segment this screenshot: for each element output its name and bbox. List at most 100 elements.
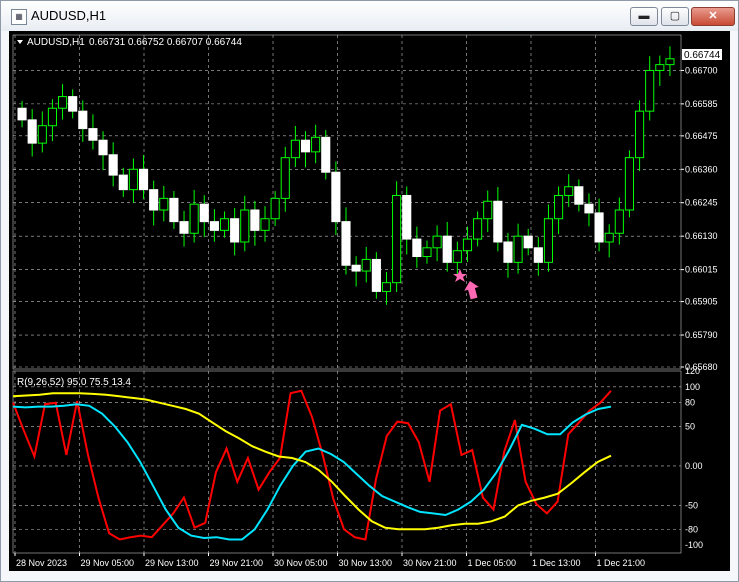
candle-body <box>533 247 543 263</box>
candle-body <box>452 250 462 263</box>
candle-body <box>331 171 341 223</box>
candle-body <box>604 232 614 243</box>
candle-body <box>290 139 300 159</box>
time-tick-label: 29 Nov 21:00 <box>210 558 264 568</box>
candle-body <box>209 221 219 231</box>
candle-body <box>624 157 635 211</box>
candle-body <box>503 241 513 263</box>
time-tick-label: 28 Nov 2023 <box>16 558 67 568</box>
candle-body <box>280 157 290 199</box>
dropdown-triangle-icon[interactable] <box>17 40 23 44</box>
indicator-label: R(9,26,52) 95.0 75.5 13.4 <box>17 377 131 388</box>
candle-body <box>442 235 452 263</box>
time-tick-label: 29 Nov 05:00 <box>81 558 135 568</box>
candle-body <box>321 136 331 173</box>
indicator-tick-label: 50 <box>685 421 695 431</box>
candle-body <box>159 197 169 211</box>
candle-body <box>128 168 138 191</box>
minimize-button[interactable]: ▬ <box>630 7 658 26</box>
candle-body <box>138 168 149 191</box>
price-tick-label: 0.66245 <box>685 198 718 208</box>
time-tick-label: 29 Nov 13:00 <box>145 558 199 568</box>
candle-body <box>402 194 412 240</box>
candle-body <box>554 194 564 220</box>
candle-body <box>311 136 321 153</box>
candle-body <box>483 200 493 220</box>
candle-body <box>179 221 189 234</box>
title-bar[interactable]: ▦ AUDUSD,H1 ▬ ▢ ✕ <box>1 1 738 31</box>
candle-body <box>392 194 402 284</box>
indicator-tick-label: -50 <box>685 501 698 511</box>
candle-body <box>351 264 361 272</box>
candle-body <box>655 64 665 71</box>
price-tick-label: 0.66360 <box>685 164 718 174</box>
candle-body <box>523 235 533 249</box>
candle-body <box>513 235 523 263</box>
candle-body <box>98 139 108 156</box>
candle-body <box>108 154 118 176</box>
candle-body <box>149 189 159 211</box>
candle-body <box>462 238 473 252</box>
candle-body <box>665 58 675 66</box>
indicator-mid-line <box>12 403 612 541</box>
candle-body <box>250 209 260 231</box>
ohlc-values: 0.66731 0.66752 0.66707 0.66744 <box>89 37 242 48</box>
candle-body <box>412 238 422 258</box>
candle-body <box>473 218 483 240</box>
candle-body <box>57 96 68 109</box>
candle-body <box>240 209 250 243</box>
candle-body <box>361 258 371 272</box>
chart-canvas[interactable]: 0.66700 0.66585 0.66475 0.66360 0.66245 0.661… <box>9 31 730 571</box>
chart-area[interactable]: 0.66700 0.66585 0.66475 0.66360 0.66245 0.661… <box>9 31 730 571</box>
candle-body <box>635 110 645 159</box>
candle-body <box>270 197 280 220</box>
candle-body <box>169 197 179 223</box>
candle-body <box>594 212 604 243</box>
candle-body <box>493 200 503 243</box>
candle-body <box>78 110 88 130</box>
indicator-lines <box>12 389 612 541</box>
candle-body <box>381 282 392 292</box>
candle-body <box>68 96 78 112</box>
candle-body <box>230 218 240 243</box>
time-tick-label: 1 Dec 13:00 <box>532 558 581 568</box>
time-tick-label: 1 Dec 05:00 <box>468 558 517 568</box>
chart-window-icon: ▦ <box>11 9 27 25</box>
time-tick-label: 30 Nov 21:00 <box>403 558 457 568</box>
candle-body <box>47 107 57 127</box>
price-tick-label: 0.66585 <box>685 99 718 109</box>
indicator-tick-label: -100 <box>685 540 703 550</box>
price-tick-label: 0.66015 <box>685 265 718 275</box>
candle-body <box>219 218 230 231</box>
price-tick-label: 0.66700 <box>685 65 718 75</box>
indicator-tick-label: 0.00 <box>685 461 703 471</box>
indicator-axis: 120 100 80 50 0.00 -50 -80 -100 <box>685 366 703 550</box>
indicator-tick-label: -80 <box>685 524 698 534</box>
candle-body <box>27 119 37 144</box>
candle-body <box>645 69 655 112</box>
candle-body <box>88 128 98 141</box>
time-tick-label: 30 Nov 13:00 <box>339 558 393 568</box>
maximize-button[interactable]: ▢ <box>661 7 689 26</box>
indicator-tick-label: 120 <box>685 366 700 376</box>
window-title: AUDUSD,H1 <box>31 8 107 23</box>
symbol-label: AUDUSD,H1 <box>27 37 85 48</box>
price-tick-label: 0.65905 <box>685 297 718 307</box>
candle-body <box>574 186 584 205</box>
candle-body <box>614 209 624 234</box>
candle-body <box>341 221 351 266</box>
candle-body <box>543 218 554 263</box>
close-button[interactable]: ✕ <box>691 7 735 26</box>
candle-body <box>199 203 209 223</box>
candle-body <box>371 258 381 292</box>
indicator-panel-frame <box>12 370 682 554</box>
price-axis: 0.66700 0.66585 0.66475 0.66360 0.66245 0.661… <box>681 65 718 372</box>
candle-body <box>37 125 47 144</box>
time-tick-label: 1 Dec 21:00 <box>597 558 646 568</box>
candle-body <box>564 186 574 196</box>
time-tick-label: 30 Nov 05:00 <box>274 558 328 568</box>
price-candles <box>17 46 675 305</box>
candle-body <box>260 218 270 231</box>
candle-body <box>300 139 311 153</box>
chart-window: ▦ AUDUSD,H1 ▬ ▢ ✕ 0.66700 0.66585 0.66475 0… <box>0 0 739 582</box>
